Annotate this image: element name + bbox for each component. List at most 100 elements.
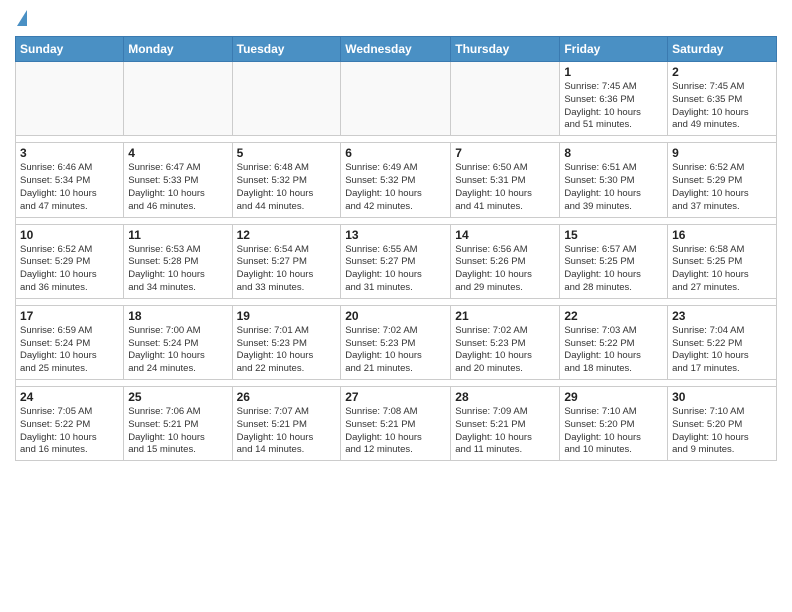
- calendar-cell: 24 Sunrise: 7:05 AMSunset: 5:22 PMDayligh…: [16, 387, 124, 461]
- weekday-header: Saturday: [668, 37, 777, 62]
- calendar-cell: 3Sunrise: 6:46 AMSunset: 5:34 PMDaylight…: [16, 143, 124, 217]
- weekday-header: Friday: [560, 37, 668, 62]
- calendar-cell: 13 Sunrise: 6:55 AMSunset: 5:27 PMDayligh…: [341, 224, 451, 298]
- day-info: Sunrise: 7:06 AMSunset: 5:21 PMDaylight:…: [128, 406, 227, 457]
- calendar-cell: 23Sunrise: 7:04 AMSunset: 5:22 PMDayligh…: [668, 305, 777, 379]
- logo: [15, 10, 27, 28]
- week-spacer: [16, 298, 777, 305]
- day-info: Sunrise: 7:45 AMSunset: 6:35 PMDaylight:…: [672, 81, 772, 132]
- day-number: 1: [564, 65, 663, 79]
- weekday-header: Tuesday: [232, 37, 341, 62]
- calendar-cell: 2Sunrise: 7:45 AMSunset: 6:35 PMDaylight…: [668, 62, 777, 136]
- calendar-cell: 21Sunrise: 7:02 AMSunset: 5:23 PMDayligh…: [451, 305, 560, 379]
- calendar-cell: 12Sunrise: 6:54 AMSunset: 5:27 PMDayligh…: [232, 224, 341, 298]
- day-info: Sunrise: 6:48 AMSunset: 5:32 PMDaylight:…: [237, 162, 337, 213]
- calendar-cell: 27 Sunrise: 7:08 AMSunset: 5:21 PMDayligh…: [341, 387, 451, 461]
- logo-triangle-icon: [17, 10, 27, 26]
- calendar-cell: 18 Sunrise: 7:00 AMSunset: 5:24 PMDayligh…: [124, 305, 232, 379]
- calendar-cell: 4 Sunrise: 6:47 AMSunset: 5:33 PMDaylight…: [124, 143, 232, 217]
- day-number: 22: [564, 309, 663, 323]
- calendar-week-row: 1 Sunrise: 7:45 AMSunset: 6:36 PMDaylight…: [16, 62, 777, 136]
- calendar-cell: 29 Sunrise: 7:10 AMSunset: 5:20 PMDayligh…: [560, 387, 668, 461]
- day-number: 30: [672, 390, 772, 404]
- day-info: Sunrise: 7:10 AMSunset: 5:20 PMDaylight:…: [564, 406, 663, 457]
- day-number: 27: [345, 390, 446, 404]
- day-info: Sunrise: 7:02 AMSunset: 5:23 PMDaylight:…: [345, 325, 446, 376]
- day-number: 8: [564, 146, 663, 160]
- calendar: SundayMondayTuesdayWednesdayThursdayFrid…: [15, 36, 777, 461]
- day-info: Sunrise: 7:04 AMSunset: 5:22 PMDaylight:…: [672, 325, 772, 376]
- day-info: Sunrise: 7:05 AMSunset: 5:22 PMDaylight:…: [20, 406, 119, 457]
- day-number: 4: [128, 146, 227, 160]
- calendar-cell: 6 Sunrise: 6:49 AMSunset: 5:32 PMDaylight…: [341, 143, 451, 217]
- day-number: 25: [128, 390, 227, 404]
- day-info: Sunrise: 6:47 AMSunset: 5:33 PMDaylight:…: [128, 162, 227, 213]
- calendar-cell: [16, 62, 124, 136]
- calendar-cell: [232, 62, 341, 136]
- calendar-cell: 7 Sunrise: 6:50 AMSunset: 5:31 PMDaylight…: [451, 143, 560, 217]
- day-info: Sunrise: 6:56 AMSunset: 5:26 PMDaylight:…: [455, 244, 555, 295]
- day-info: Sunrise: 6:51 AMSunset: 5:30 PMDaylight:…: [564, 162, 663, 213]
- day-info: Sunrise: 6:59 AMSunset: 5:24 PMDaylight:…: [20, 325, 119, 376]
- day-info: Sunrise: 6:46 AMSunset: 5:34 PMDaylight:…: [20, 162, 119, 213]
- calendar-cell: 11Sunrise: 6:53 AMSunset: 5:28 PMDayligh…: [124, 224, 232, 298]
- day-number: 7: [455, 146, 555, 160]
- day-number: 19: [237, 309, 337, 323]
- day-number: 21: [455, 309, 555, 323]
- day-number: 26: [237, 390, 337, 404]
- calendar-cell: [451, 62, 560, 136]
- calendar-cell: 28Sunrise: 7:09 AMSunset: 5:21 PMDayligh…: [451, 387, 560, 461]
- calendar-cell: 19 Sunrise: 7:01 AMSunset: 5:23 PMDayligh…: [232, 305, 341, 379]
- day-info: Sunrise: 7:01 AMSunset: 5:23 PMDaylight:…: [237, 325, 337, 376]
- day-info: Sunrise: 6:50 AMSunset: 5:31 PMDaylight:…: [455, 162, 555, 213]
- day-info: Sunrise: 7:00 AMSunset: 5:24 PMDaylight:…: [128, 325, 227, 376]
- calendar-week-row: 24 Sunrise: 7:05 AMSunset: 5:22 PMDayligh…: [16, 387, 777, 461]
- calendar-cell: 26 Sunrise: 7:07 AMSunset: 5:21 PMDayligh…: [232, 387, 341, 461]
- calendar-cell: 30 Sunrise: 7:10 AMSunset: 5:20 PMDayligh…: [668, 387, 777, 461]
- day-number: 11: [128, 228, 227, 242]
- calendar-cell: [124, 62, 232, 136]
- day-number: 20: [345, 309, 446, 323]
- week-spacer: [16, 380, 777, 387]
- weekday-header: Wednesday: [341, 37, 451, 62]
- page: SundayMondayTuesdayWednesdayThursdayFrid…: [0, 0, 792, 476]
- weekday-header: Thursday: [451, 37, 560, 62]
- calendar-week-row: 3Sunrise: 6:46 AMSunset: 5:34 PMDaylight…: [16, 143, 777, 217]
- day-info: Sunrise: 6:58 AMSunset: 5:25 PMDaylight:…: [672, 244, 772, 295]
- calendar-cell: 10Sunrise: 6:52 AMSunset: 5:29 PMDayligh…: [16, 224, 124, 298]
- day-number: 28: [455, 390, 555, 404]
- calendar-cell: 5 Sunrise: 6:48 AMSunset: 5:32 PMDaylight…: [232, 143, 341, 217]
- day-info: Sunrise: 6:55 AMSunset: 5:27 PMDaylight:…: [345, 244, 446, 295]
- day-info: Sunrise: 6:49 AMSunset: 5:32 PMDaylight:…: [345, 162, 446, 213]
- day-info: Sunrise: 6:52 AMSunset: 5:29 PMDaylight:…: [672, 162, 772, 213]
- day-number: 6: [345, 146, 446, 160]
- calendar-cell: [341, 62, 451, 136]
- calendar-cell: 16 Sunrise: 6:58 AMSunset: 5:25 PMDayligh…: [668, 224, 777, 298]
- day-number: 5: [237, 146, 337, 160]
- calendar-cell: 8 Sunrise: 6:51 AMSunset: 5:30 PMDaylight…: [560, 143, 668, 217]
- calendar-cell: 17 Sunrise: 6:59 AMSunset: 5:24 PMDayligh…: [16, 305, 124, 379]
- weekday-header: Sunday: [16, 37, 124, 62]
- day-number: 16: [672, 228, 772, 242]
- day-number: 18: [128, 309, 227, 323]
- calendar-cell: 1 Sunrise: 7:45 AMSunset: 6:36 PMDaylight…: [560, 62, 668, 136]
- day-number: 24: [20, 390, 119, 404]
- day-number: 13: [345, 228, 446, 242]
- day-info: Sunrise: 7:03 AMSunset: 5:22 PMDaylight:…: [564, 325, 663, 376]
- day-info: Sunrise: 6:57 AMSunset: 5:25 PMDaylight:…: [564, 244, 663, 295]
- calendar-cell: 9 Sunrise: 6:52 AMSunset: 5:29 PMDaylight…: [668, 143, 777, 217]
- day-number: 17: [20, 309, 119, 323]
- calendar-cell: 25 Sunrise: 7:06 AMSunset: 5:21 PMDayligh…: [124, 387, 232, 461]
- day-info: Sunrise: 7:08 AMSunset: 5:21 PMDaylight:…: [345, 406, 446, 457]
- calendar-week-row: 10Sunrise: 6:52 AMSunset: 5:29 PMDayligh…: [16, 224, 777, 298]
- day-info: Sunrise: 7:45 AMSunset: 6:36 PMDaylight:…: [564, 81, 663, 132]
- day-info: Sunrise: 7:10 AMSunset: 5:20 PMDaylight:…: [672, 406, 772, 457]
- day-number: 9: [672, 146, 772, 160]
- day-number: 14: [455, 228, 555, 242]
- day-info: Sunrise: 7:07 AMSunset: 5:21 PMDaylight:…: [237, 406, 337, 457]
- day-number: 15: [564, 228, 663, 242]
- calendar-cell: 15 Sunrise: 6:57 AMSunset: 5:25 PMDayligh…: [560, 224, 668, 298]
- calendar-cell: 22 Sunrise: 7:03 AMSunset: 5:22 PMDayligh…: [560, 305, 668, 379]
- day-number: 29: [564, 390, 663, 404]
- day-info: Sunrise: 6:54 AMSunset: 5:27 PMDaylight:…: [237, 244, 337, 295]
